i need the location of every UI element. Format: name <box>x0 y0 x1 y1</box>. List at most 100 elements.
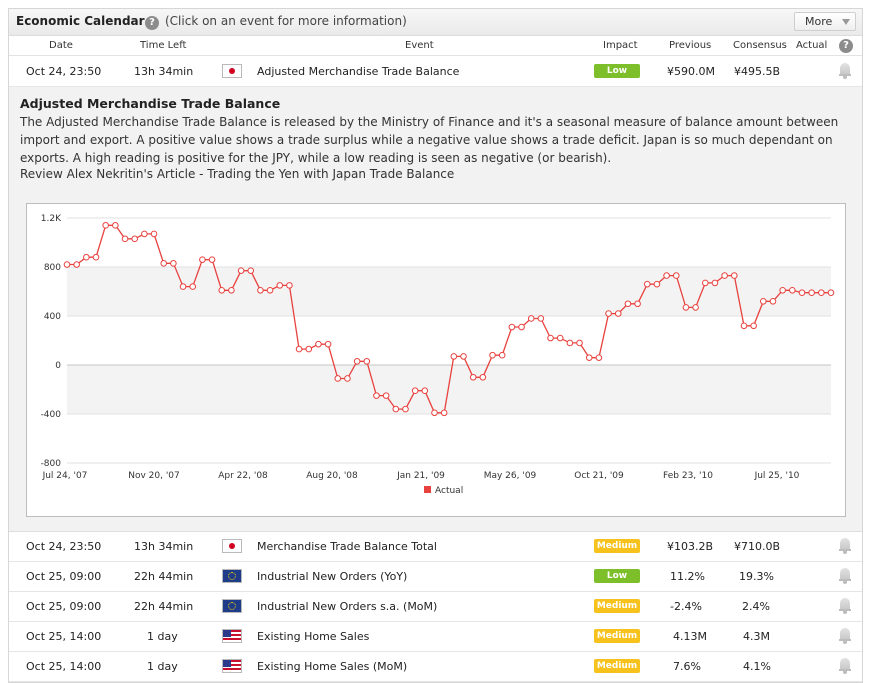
data-point <box>518 323 525 331</box>
event-consensus: ¥710.0B <box>734 540 781 553</box>
article-link[interactable]: Review Alex Nekritin's Article - Trading… <box>20 167 454 181</box>
data-point <box>537 315 545 322</box>
event-date: Oct 25, 09:00 <box>26 570 102 583</box>
data-point <box>566 339 574 347</box>
bell-icon[interactable] <box>839 63 851 79</box>
data-point <box>392 405 400 413</box>
more-button-label: More <box>805 15 833 28</box>
data-point <box>769 298 777 305</box>
event-previous: 4.13M <box>673 630 707 643</box>
column-previous: Previous <box>669 40 712 51</box>
event-date: Oct 25, 14:00 <box>26 660 102 673</box>
event-consensus: 4.1% <box>743 660 771 673</box>
more-button[interactable]: More <box>794 12 856 31</box>
column-date: Date <box>49 40 73 51</box>
event-row[interactable]: Oct 25, 09:00 22h 44min Industrial New O… <box>9 562 862 592</box>
data-point <box>798 289 806 297</box>
legend-swatch <box>424 486 431 493</box>
event-row[interactable]: Oct 25, 14:00 1 day Existing Home Sales … <box>9 652 862 682</box>
column-help-icon[interactable]: ? <box>839 39 853 53</box>
data-point <box>760 298 767 305</box>
data-point <box>431 409 438 417</box>
chart-svg: 1.2K 800 400 0 -400 -800 Jul 24, '07 Nov 20, '0… <box>41 214 835 496</box>
event-name: Existing Home Sales <box>257 630 370 643</box>
data-point <box>411 387 419 395</box>
calendar-title: Economic Calendar <box>16 14 145 28</box>
us-flag-icon <box>222 629 242 643</box>
data-point <box>402 405 409 413</box>
data-point <box>315 340 322 348</box>
data-point <box>692 304 699 311</box>
event-row[interactable]: Oct 25, 09:00 22h 44min Industrial New O… <box>9 592 862 622</box>
data-point <box>827 289 835 297</box>
data-point <box>460 353 467 360</box>
data-point <box>682 304 690 311</box>
bell-icon[interactable] <box>839 568 851 584</box>
data-point <box>634 300 641 308</box>
data-point <box>208 256 216 263</box>
data-point <box>199 256 206 263</box>
data-point <box>266 286 274 294</box>
impact-badge: Low <box>594 569 640 583</box>
bell-icon[interactable] <box>839 538 851 554</box>
data-point <box>556 334 564 342</box>
help-icon[interactable]: ? <box>145 16 159 30</box>
x-tick-label: May 26, '09 <box>484 471 537 481</box>
data-point <box>547 334 554 342</box>
data-point <box>450 353 458 360</box>
eu-flag-icon <box>222 569 242 583</box>
data-point <box>808 289 815 297</box>
column-header-row: Date Time Left Event Impact Previous Con… <box>9 36 862 56</box>
data-point <box>595 354 603 361</box>
x-tick-label: Apr 22, '08 <box>218 471 268 481</box>
y-tick-label: -800 <box>41 459 62 469</box>
event-name: Industrial New Orders s.a. (MoM) <box>257 600 438 613</box>
data-point <box>663 272 670 279</box>
data-point <box>576 339 583 347</box>
event-time-left: 13h 34min <box>134 65 194 78</box>
bell-icon[interactable] <box>839 658 851 674</box>
data-point <box>218 286 226 294</box>
event-date: Oct 25, 09:00 <box>26 600 102 613</box>
data-point <box>527 315 535 322</box>
data-point <box>614 310 622 317</box>
plot-band <box>67 267 831 316</box>
data-point <box>730 272 738 279</box>
data-point <box>740 322 748 330</box>
bell-icon[interactable] <box>839 598 851 614</box>
plot-band <box>67 316 831 365</box>
bell-icon[interactable] <box>839 628 851 644</box>
data-point <box>131 235 138 243</box>
data-point <box>373 392 380 399</box>
data-point <box>624 300 632 308</box>
data-point <box>73 261 80 268</box>
japan-flag-icon <box>222 539 242 553</box>
event-time-left: 22h 44min <box>134 570 194 583</box>
data-point <box>363 358 371 365</box>
x-tick-label: Aug 20, '08 <box>306 471 358 481</box>
data-point <box>489 351 496 359</box>
japan-flag-icon <box>222 64 242 78</box>
data-point <box>179 283 187 290</box>
data-point <box>247 267 255 274</box>
event-row[interactable]: Oct 25, 14:00 1 day Existing Home Sales … <box>9 622 862 652</box>
calendar-titlebar: Economic Calendar ? (Click on an event f… <box>9 9 862 36</box>
data-point <box>701 279 709 287</box>
x-tick-label: Jul 25, '10 <box>754 471 800 481</box>
event-row[interactable]: Oct 24, 23:50 13h 34min Merchandise Trad… <box>9 532 862 562</box>
event-consensus: 19.3% <box>739 570 774 583</box>
data-point <box>440 409 448 417</box>
data-point <box>83 253 90 261</box>
data-point <box>334 375 342 382</box>
y-tick-label: 800 <box>44 263 61 273</box>
data-point <box>121 235 129 243</box>
data-point <box>150 230 158 238</box>
data-point <box>276 282 284 289</box>
data-point <box>170 260 177 267</box>
event-time-left: 22h 44min <box>134 600 194 613</box>
data-point <box>237 267 245 274</box>
impact-badge: Low <box>594 64 640 78</box>
event-previous: 7.6% <box>673 660 701 673</box>
event-row[interactable]: Oct 24, 23:50 13h 34min Adjusted Merchan… <box>9 57 862 87</box>
details-description: The Adjusted Merchandise Trade Balance i… <box>20 115 839 165</box>
